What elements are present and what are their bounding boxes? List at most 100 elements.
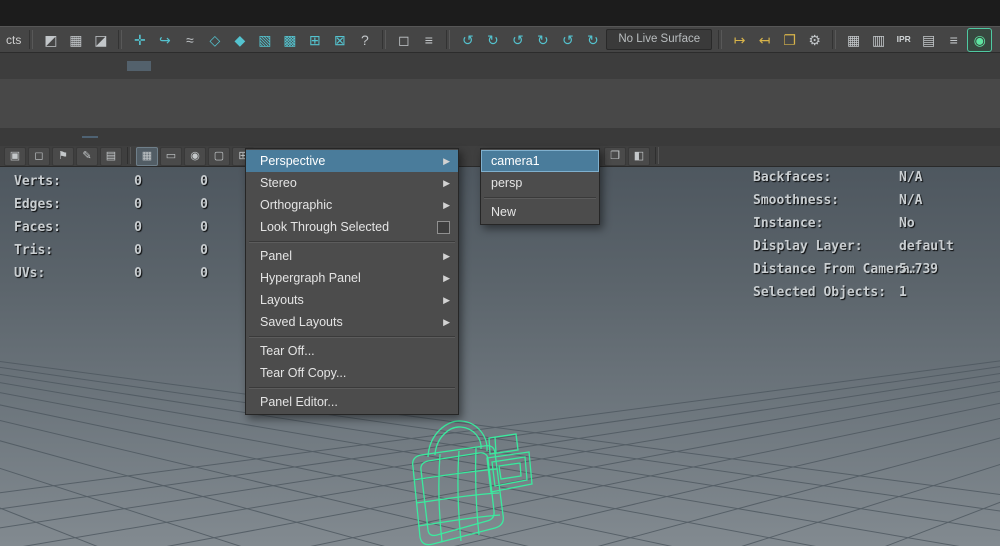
menu-item-saved-layouts[interactable]: Saved Layouts ▶: [246, 311, 458, 333]
bookmark-icon[interactable]: ⚑: [52, 147, 74, 166]
poly-plane-icon[interactable]: ▧: [253, 29, 276, 51]
image-plane-icon[interactable]: ▤: [100, 147, 122, 166]
icon-glyph: ◆: [234, 31, 246, 48]
menu-item-look-through-selected[interactable]: Look Through Selected ▶: [246, 216, 458, 238]
hud-label: Verts:: [14, 174, 61, 189]
menu-item[interactable]: [150, 9, 166, 17]
snap-to-projected-center-icon[interactable]: ↻: [531, 29, 554, 51]
shelf-tab-truncated[interactable]: [2, 61, 26, 71]
menu-item-tear-off-copy[interactable]: Tear Off Copy... ▶: [246, 362, 458, 384]
film-gate-icon[interactable]: ▭: [160, 147, 182, 166]
tear-off-copy-icon[interactable]: ❐: [604, 147, 626, 166]
shelf-tab-fx-caching[interactable]: [102, 61, 126, 71]
panel-menu-renderer[interactable]: [66, 136, 82, 138]
icon-glyph: ↺: [461, 31, 474, 48]
settings-gear-icon[interactable]: ⚙: [803, 29, 826, 51]
panel-toolbar-icon: [655, 147, 659, 164]
lock-icon[interactable]: ◻: [392, 29, 415, 51]
panel-menu-panels[interactable]: [82, 136, 98, 138]
poly-mesh-icon[interactable]: ▩: [278, 29, 301, 51]
menu-item-perspective[interactable]: Perspective ▶: [246, 150, 458, 172]
hud-label: UVs:: [14, 266, 46, 281]
submenu-arrow-icon: ▶: [443, 199, 450, 210]
menu-item[interactable]: [118, 9, 134, 17]
menu-item-panel-editor[interactable]: Panel Editor... ▶: [246, 391, 458, 413]
poly-cube-icon[interactable]: ◆: [228, 29, 251, 51]
shelf-tab-realflow[interactable]: [227, 61, 251, 71]
select-by-hierarchy-icon[interactable]: ◩: [39, 29, 62, 51]
menu-item-layouts[interactable]: Layouts ▶: [246, 289, 458, 311]
menu-item-hypergraph-panel[interactable]: Hypergraph Panel ▶: [246, 267, 458, 289]
show-inputs-icon[interactable]: ↦: [728, 29, 751, 51]
submenu-item-new[interactable]: New: [481, 201, 599, 223]
menu-item-tear-off[interactable]: Tear Off... ▶: [246, 340, 458, 362]
shelf-tab-animation[interactable]: [27, 61, 51, 71]
shelf-tab-turtle[interactable]: [202, 61, 226, 71]
camera-wireframe-object[interactable]: [412, 420, 533, 546]
render-snapshot-icon[interactable]: ◉: [967, 27, 993, 52]
grease-pencil-icon[interactable]: ✎: [76, 147, 98, 166]
menu-item-panel[interactable]: Panel ▶: [246, 245, 458, 267]
select-by-component-icon[interactable]: ◪: [89, 29, 112, 51]
icon-glyph: ↦: [733, 31, 746, 48]
grid-icon[interactable]: ▦: [136, 147, 158, 166]
shelf-tab-keyshot[interactable]: [177, 61, 201, 71]
menu-item[interactable]: [6, 9, 22, 17]
icon-glyph: ◻: [34, 150, 44, 162]
shelf-tab-custom[interactable]: [127, 61, 151, 71]
make-live-icon[interactable]: ↻: [581, 29, 604, 51]
pencil-curve-icon[interactable]: ≈: [178, 29, 201, 51]
menu-item[interactable]: [54, 9, 70, 17]
help-icon[interactable]: ?: [353, 29, 376, 51]
shelf-tab-rendering[interactable]: [52, 61, 76, 71]
single-pane-layout-icon[interactable]: ◧: [628, 147, 650, 166]
gate-mask-icon[interactable]: ▢: [208, 147, 230, 166]
menu-item[interactable]: [86, 9, 102, 17]
menu-item[interactable]: [102, 9, 118, 17]
menu-item[interactable]: [38, 9, 54, 17]
lock-camera-icon[interactable]: ◻: [28, 147, 50, 166]
menu-item-stereo[interactable]: Stereo ▶: [246, 172, 458, 194]
panel-editor-icon[interactable]: ❐: [778, 29, 801, 51]
hud-object-details: Backfaces: N/A Smoothness: N/A Instance:…: [753, 170, 999, 308]
panel-menu-shading[interactable]: [18, 136, 34, 138]
panels-menu-item: ▶: [246, 333, 458, 340]
snap-to-view-plane-icon[interactable]: ↺: [556, 29, 579, 51]
render-current-frame-icon[interactable]: ▥: [867, 29, 890, 51]
panel-menu-lighting[interactable]: [34, 136, 50, 138]
menu-item[interactable]: [22, 9, 38, 17]
show-outputs-icon[interactable]: ↤: [753, 29, 776, 51]
ipr-render-icon[interactable]: IPR: [892, 29, 915, 51]
submenu-item-camera1[interactable]: camera1: [481, 150, 599, 172]
hud-row: Faces: 0 0: [14, 216, 208, 239]
target-weld-icon[interactable]: ⊠: [328, 29, 351, 51]
render-settings-icon[interactable]: ▤: [917, 29, 940, 51]
render-view-icon[interactable]: ▦: [842, 29, 865, 51]
icon-glyph: ⚙: [808, 31, 821, 48]
snap-to-point-icon[interactable]: ↺: [506, 29, 529, 51]
live-surface-field[interactable]: No Live Surface: [606, 29, 713, 50]
select-camera-icon[interactable]: ▣: [4, 147, 26, 166]
menu-item-orthographic[interactable]: Orthographic ▶: [246, 194, 458, 216]
construction-history-icon[interactable]: ≡: [417, 29, 440, 51]
hud-value-selected: 0: [200, 266, 208, 281]
snap-to-grid-icon[interactable]: ↺: [456, 29, 479, 51]
menu-item[interactable]: [134, 9, 150, 17]
icon-glyph: ▤: [105, 150, 117, 162]
resolution-gate-icon[interactable]: ◉: [184, 147, 206, 166]
multi-cut-icon[interactable]: ⊞: [303, 29, 326, 51]
poly-sphere-icon[interactable]: ◇: [203, 29, 226, 51]
submenu-item-persp[interactable]: persp: [481, 172, 599, 194]
move-tool-icon[interactable]: ✛: [128, 29, 151, 51]
snap-to-curve-icon[interactable]: ↻: [481, 29, 504, 51]
shelf-tab-fx[interactable]: [77, 61, 101, 71]
shelf-tab-xgen[interactable]: [152, 61, 176, 71]
icon-glyph: ↪: [158, 31, 171, 48]
menu-item[interactable]: [70, 9, 86, 17]
curve-tool-icon[interactable]: ↪: [153, 29, 176, 51]
icon-glyph: ≡: [424, 31, 433, 48]
display-layers-icon[interactable]: ≡: [942, 29, 965, 51]
select-by-object-icon[interactable]: ▦: [64, 29, 87, 51]
panel-menu-view[interactable]: [2, 136, 18, 138]
panel-menu-show[interactable]: [50, 136, 66, 138]
